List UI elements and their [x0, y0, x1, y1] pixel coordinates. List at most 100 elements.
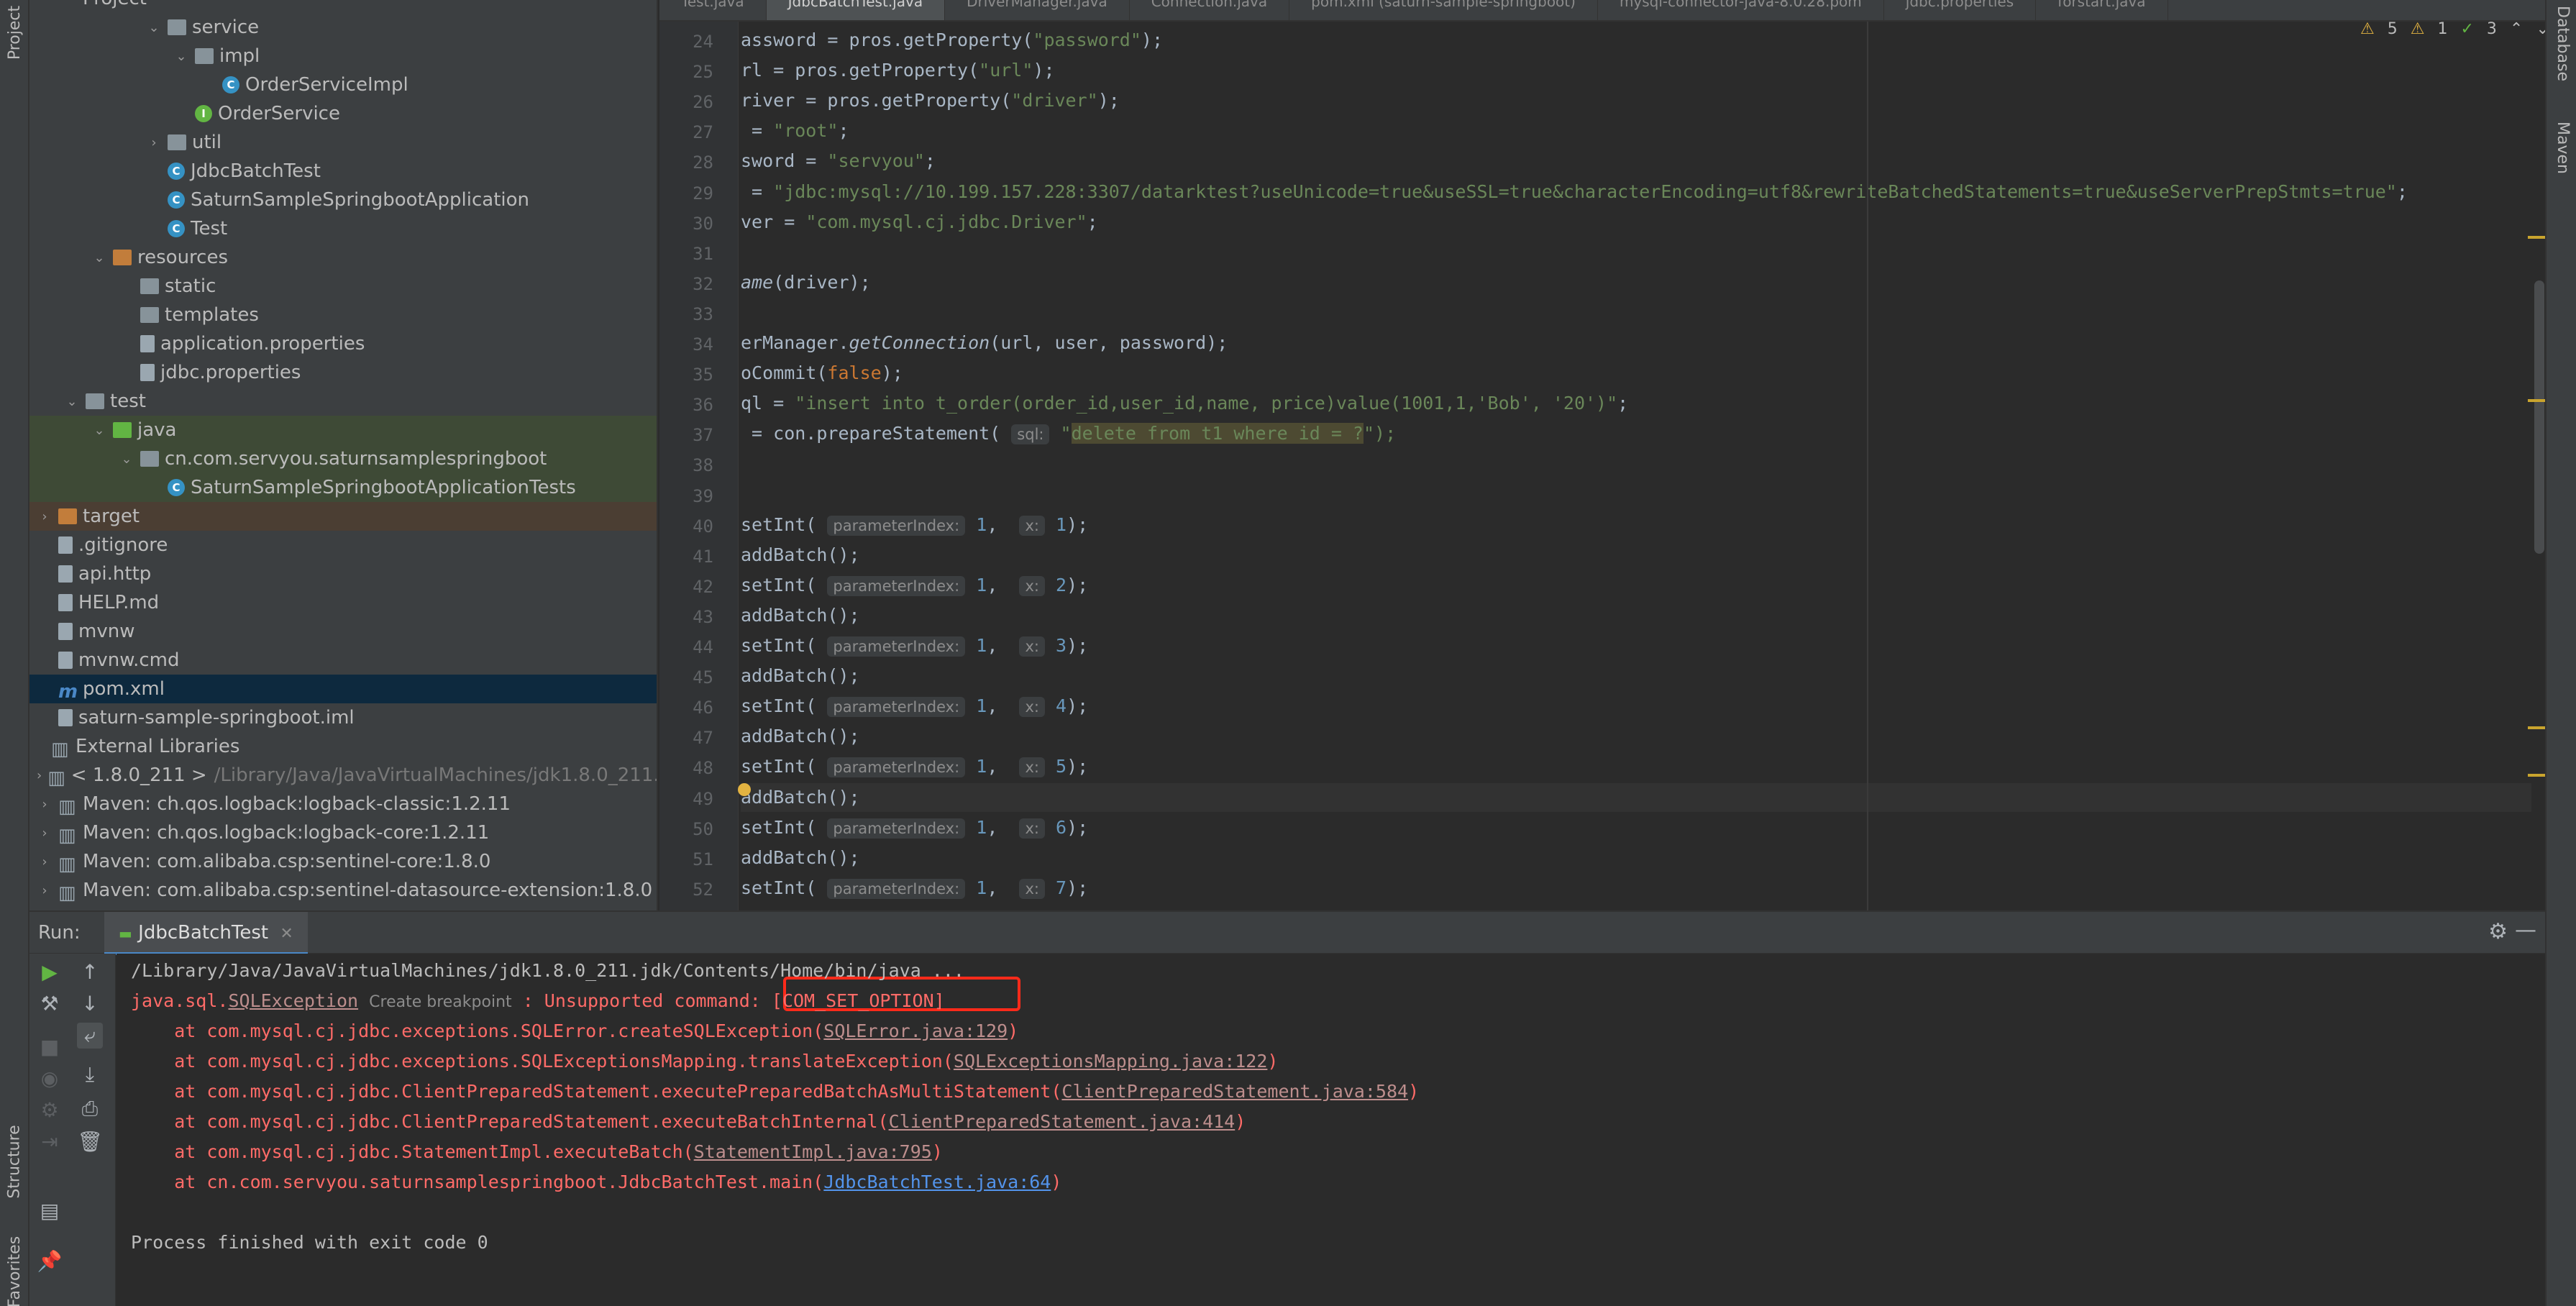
scroll-to-end-icon[interactable]: ⤓	[77, 1061, 103, 1087]
chevron-down-icon[interactable]: ⌄	[91, 250, 107, 265]
chevron-right-icon[interactable]: ›	[37, 854, 52, 869]
tree-item[interactable]: templates	[29, 301, 657, 329]
warning-stripe-mark[interactable]	[2528, 726, 2545, 729]
tree-item[interactable]: C OrderServiceImpl	[29, 70, 657, 99]
chevron-down-icon[interactable]: ⌄	[173, 49, 189, 64]
tree-item[interactable]: ⌄ resources	[29, 243, 657, 272]
code-line[interactable]: setInt( parameterIndex: 1, x: 1);	[741, 511, 1088, 539]
code-line[interactable]: setInt( parameterIndex: 1, x: 3);	[741, 631, 1088, 660]
tree-item[interactable]: › ▥ Maven: com.alibaba.csp:sentinel-dataso…	[29, 876, 657, 905]
tree-item[interactable]: ⌄ test	[29, 387, 657, 416]
chevron-down-icon[interactable]: ⌄	[64, 394, 80, 409]
warning-stripe-mark[interactable]	[2528, 236, 2545, 239]
gear-icon[interactable]: ⚙	[2488, 919, 2508, 944]
close-icon[interactable]: ✕	[280, 925, 293, 943]
code-line[interactable]: setInt( parameterIndex: 1, x: 5);	[741, 752, 1088, 781]
code-line[interactable]: ame(driver);	[741, 268, 871, 297]
structure-tool-tab[interactable]: Structure	[0, 1108, 29, 1215]
tree-item[interactable]: C SaturnSampleSpringbootApplicationTests	[29, 473, 657, 502]
code-line[interactable]: addBatch();	[741, 541, 860, 570]
tree-item[interactable]: .gitignore	[29, 531, 657, 560]
database-tool-tab[interactable]: Database	[2548, 0, 2576, 86]
editor-tab[interactable]: mysql-connector-java-8.0.28.pom	[1598, 0, 1884, 20]
wrench-icon[interactable]: ⚒	[37, 991, 63, 1017]
code-line[interactable]: rl = pros.getProperty("url");	[741, 56, 1055, 85]
stacktrace-link[interactable]: SQLError.java:129	[823, 1020, 1008, 1041]
warning-stripe-mark[interactable]	[2528, 399, 2545, 402]
run-console[interactable]: /Library/Java/JavaVirtualMachines/jdk1.8…	[117, 954, 2545, 1306]
tree-item[interactable]: › ▥ Maven: com.alibaba.csp:sentinel-core:1…	[29, 847, 657, 876]
code-line[interactable]: ver = "com.mysql.cj.jdbc.Driver";	[741, 208, 1098, 237]
chevron-down-icon[interactable]: ⌄	[119, 452, 134, 467]
code-line[interactable]: sword = "servyou";	[741, 147, 936, 175]
editor-gutter[interactable]: 24 25 26 27 28 29 30 31 32 33 34 35 36 37 38 39 40 41 42 43…	[659, 22, 739, 930]
code-line[interactable]: addBatch();	[741, 782, 2531, 812]
tree-item[interactable]: static	[29, 272, 657, 301]
tree-item[interactable]: mvnw	[29, 617, 657, 646]
tree-item[interactable]: C Test	[29, 214, 657, 243]
chevron-down-icon[interactable]: ⌄	[146, 20, 162, 35]
maven-tool-tab[interactable]: Maven	[2548, 108, 2576, 187]
code-line[interactable]: setInt( parameterIndex: 1, x: 2);	[741, 571, 1088, 600]
editor-tab[interactable]: JdbcBatchTest.java	[766, 0, 946, 20]
stacktrace-link[interactable]: ClientPreparedStatement.java:414	[889, 1111, 1236, 1132]
tree-item[interactable]: HELP.md	[29, 588, 657, 617]
soft-wrap-icon[interactable]: ⤶	[77, 1023, 103, 1049]
tree-item[interactable]: › target	[29, 502, 657, 531]
tree-item[interactable]: mvnw.cmd	[29, 646, 657, 675]
code-line[interactable]: setInt( parameterIndex: 1, x: 4);	[741, 692, 1088, 721]
project-tool-tab[interactable]: Project	[0, 0, 29, 65]
tree-item[interactable]: api.http	[29, 560, 657, 588]
chevron-right-icon[interactable]: ›	[146, 135, 162, 150]
favorites-tool-tab[interactable]: Favorites	[0, 1236, 29, 1306]
code-line[interactable]: = "root";	[741, 117, 849, 145]
code-line[interactable]: addBatch();	[741, 662, 860, 690]
print-icon[interactable]: ⎙	[77, 1096, 103, 1122]
tree-item[interactable]: Project	[29, 0, 657, 13]
tree-item[interactable]: application.properties	[29, 329, 657, 358]
tree-item[interactable]: C SaturnSampleSpringbootApplication	[29, 186, 657, 214]
stacktrace-link[interactable]: SQLException	[228, 990, 358, 1011]
tree-item[interactable]: ⌄ service	[29, 13, 657, 42]
exit-icon[interactable]: ⇥	[37, 1129, 63, 1155]
layout-icon[interactable]: ▤	[37, 1198, 63, 1224]
code-line[interactable]: setInt( parameterIndex: 1, x: 7);	[741, 874, 1088, 903]
minimize-icon[interactable]: —	[2515, 918, 2536, 943]
pin-icon[interactable]: 📌	[37, 1248, 63, 1274]
editor-tab[interactable]: pom.xml (saturn-sample-springboot)	[1289, 0, 1598, 20]
code-editor[interactable]: assword = pros.getProperty("password"); r…	[741, 22, 2531, 910]
chevron-right-icon[interactable]: ›	[37, 797, 52, 812]
code-line[interactable]: addBatch();	[741, 904, 860, 910]
tree-item[interactable]: › ▥ Maven: ch.qos.logback:logback-core:1.2…	[29, 818, 657, 847]
editor-scrollbar[interactable]	[2534, 280, 2544, 554]
stacktrace-link[interactable]: StatementImpl.java:795	[694, 1141, 932, 1162]
warning-stripe-mark[interactable]	[2528, 774, 2545, 777]
chevron-right-icon[interactable]: ›	[37, 509, 52, 524]
code-line[interactable]: = con.prepareStatement( sql: "delete fro…	[741, 419, 1396, 448]
scroll-up-icon[interactable]: ↑	[77, 959, 103, 985]
tree-item[interactable]: › ▥ Maven: ch.qos.logback:logback-classic:…	[29, 790, 657, 818]
trash-icon[interactable]: 🗑	[77, 1129, 103, 1155]
tree-item[interactable]: › ▥ < 1.8.0_211 > /Library/Java/JavaVirtual…	[29, 761, 657, 790]
tree-item[interactable]: I OrderService	[29, 99, 657, 128]
code-line[interactable]: addBatch();	[741, 722, 860, 751]
tree-item[interactable]: ⌄ impl	[29, 42, 657, 70]
stacktrace-link[interactable]: SQLExceptionsMapping.java:122	[954, 1051, 1268, 1072]
tree-item[interactable]: ⌄ java	[29, 416, 657, 444]
code-line[interactable]: addBatch();	[741, 601, 860, 630]
code-line[interactable]: erManager.getConnection(url, user, passw…	[741, 329, 1228, 357]
create-breakpoint-link[interactable]: Create breakpoint	[369, 993, 511, 1011]
chevron-right-icon[interactable]: ›	[37, 826, 52, 841]
tree-item[interactable]: saturn-sample-springboot.iml	[29, 703, 657, 732]
editor-tab[interactable]: DriverManager.java	[945, 0, 1130, 20]
tree-item[interactable]: jdbc.properties	[29, 358, 657, 387]
editor-tab[interactable]: forstart.java	[2036, 0, 2168, 20]
chevron-down-icon[interactable]: ⌄	[91, 423, 107, 438]
stacktrace-link[interactable]: JdbcBatchTest.java:64	[823, 1172, 1051, 1192]
tree-item[interactable]: C JdbcBatchTest	[29, 157, 657, 186]
chevron-right-icon[interactable]: ›	[37, 883, 52, 898]
run-tab-jdbcbatchtest[interactable]: ▬ JdbcBatchTest ✕	[104, 912, 308, 955]
editor-tab[interactable]: Test.java	[659, 0, 767, 20]
code-line[interactable]: setInt( parameterIndex: 1, x: 6);	[741, 813, 1088, 842]
rerun-icon[interactable]: ▶	[37, 959, 63, 985]
